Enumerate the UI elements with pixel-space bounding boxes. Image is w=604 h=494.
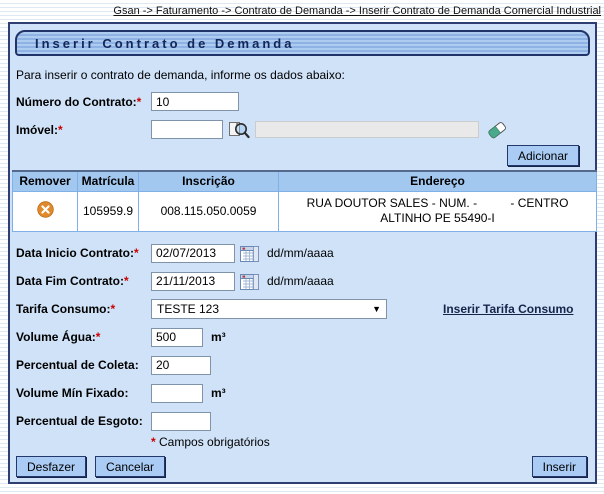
data-inicio-label: Data Inicio Contrato:*: [16, 246, 151, 260]
data-inicio-label-text: Data Inicio Contrato:: [16, 246, 134, 260]
percentual-coleta-input[interactable]: [151, 356, 211, 375]
chevron-down-icon: ▼: [372, 304, 381, 314]
percentual-esgoto-input[interactable]: [151, 412, 211, 431]
required-asterisk: *: [124, 274, 129, 288]
data-fim-input[interactable]: [151, 272, 235, 291]
volume-min-fixado-unit: m³: [211, 386, 226, 400]
adicionar-row: Adicionar: [10, 145, 579, 166]
endereco-line1: RUA DOUTOR SALES - NUM. - - CENTRO: [281, 196, 594, 211]
tarifa-consumo-select[interactable]: TESTE 123 ▼: [151, 299, 387, 319]
volume-agua-unit: m³: [211, 330, 226, 344]
header-matricula: Matrícula: [78, 171, 139, 191]
data-fim-format-hint: dd/mm/aaaa: [267, 274, 334, 288]
data-inicio-input[interactable]: [151, 244, 235, 263]
data-fim-label: Data Fim Contrato:*: [16, 274, 151, 288]
numero-contrato-input[interactable]: [151, 92, 239, 111]
required-asterisk: *: [110, 302, 115, 316]
imovel-label: Imóvel:*: [16, 123, 151, 137]
page-title-bar: Inserir Contrato de Demanda: [15, 30, 590, 56]
percentual-esgoto-row: Percentual de Esgoto:: [16, 411, 595, 432]
data-fim-label-text: Data Fim Contrato:: [16, 274, 124, 288]
remove-row-icon[interactable]: [37, 201, 54, 221]
remover-cell: [13, 191, 78, 231]
required-asterisk: *: [96, 330, 101, 344]
imovel-readonly-display: [255, 121, 479, 138]
imoveis-table: Remover Matrícula Inscrição Endereço 105…: [12, 170, 597, 232]
inscricao-cell: 008.115.050.0059: [139, 191, 279, 231]
volume-min-fixado-input[interactable]: [151, 384, 203, 403]
inserir-tarifa-consumo-link[interactable]: Inserir Tarifa Consumo: [443, 302, 573, 316]
tarifa-consumo-selected-value: TESTE 123: [157, 302, 219, 316]
percentual-esgoto-label-text: Percentual de Esgoto:: [16, 414, 143, 428]
tarifa-consumo-row: Tarifa Consumo:* TESTE 123 ▼ Inserir Tar…: [16, 299, 595, 320]
numero-contrato-label: Número do Contrato:*: [16, 95, 151, 109]
matricula-cell: 105959.9: [78, 191, 139, 231]
eraser-icon[interactable]: [487, 120, 507, 140]
header-endereco: Endereço: [279, 171, 597, 191]
numero-contrato-row: Número do Contrato:*: [16, 91, 595, 112]
inserir-button[interactable]: Inserir: [532, 456, 587, 477]
main-panel: Inserir Contrato de Demanda Para inserir…: [8, 22, 597, 484]
data-inicio-format-hint: dd/mm/aaaa: [267, 246, 334, 260]
bottom-button-bar: Desfazer Cancelar Inserir: [16, 456, 587, 477]
cancelar-button[interactable]: Cancelar: [95, 456, 165, 477]
tarifa-consumo-label-text: Tarifa Consumo:: [16, 302, 110, 316]
required-fields-note-text: Campos obrigatórios: [159, 435, 270, 449]
imovel-row: Imóvel:*: [16, 119, 595, 140]
tarifa-consumo-label: Tarifa Consumo:*: [16, 302, 151, 316]
breadcrumb: Gsan -> Faturamento -> Contrato de Deman…: [0, 0, 604, 22]
volume-agua-input[interactable]: [151, 328, 203, 347]
volume-min-fixado-row: Volume Mín Fixado: m³: [16, 383, 595, 404]
search-icon[interactable]: [228, 120, 250, 140]
required-asterisk: *: [137, 95, 142, 109]
percentual-coleta-label: Percentual de Coleta:: [16, 358, 151, 372]
imovel-input[interactable]: [151, 120, 223, 139]
volume-agua-row: Volume Água:* m³: [16, 327, 595, 348]
percentual-coleta-label-text: Percentual de Coleta:: [16, 358, 139, 372]
header-remover: Remover: [13, 171, 78, 191]
required-asterisk: *: [134, 246, 139, 260]
required-asterisk: *: [151, 435, 156, 449]
data-fim-row: Data Fim Contrato:* dd/mm/aaaa: [16, 271, 595, 292]
adicionar-button[interactable]: Adicionar: [507, 145, 579, 166]
imovel-label-text: Imóvel:: [16, 123, 58, 137]
percentual-coleta-row: Percentual de Coleta:: [16, 355, 595, 376]
endereco-line2: ALTINHO PE 55490-I: [281, 211, 594, 226]
volume-agua-label-text: Volume Água:: [16, 330, 96, 344]
calendar-icon[interactable]: [240, 245, 259, 262]
desfazer-button[interactable]: Desfazer: [16, 456, 86, 477]
data-inicio-row: Data Inicio Contrato:* dd/mm/aaaa: [16, 243, 595, 264]
percentual-esgoto-label: Percentual de Esgoto:: [16, 414, 151, 428]
volume-agua-label: Volume Água:*: [16, 330, 151, 344]
required-asterisk: *: [58, 123, 63, 137]
breadcrumb-link[interactable]: Gsan -> Faturamento -> Contrato de Deman…: [113, 5, 601, 17]
table-header-row: Remover Matrícula Inscrição Endereço: [13, 171, 597, 191]
volume-min-fixado-label: Volume Mín Fixado:: [16, 386, 151, 400]
required-fields-note: * Campos obrigatórios: [151, 435, 595, 449]
volume-min-fixado-label-text: Volume Mín Fixado:: [16, 386, 128, 400]
page-title: Inserir Contrato de Demanda: [17, 36, 294, 51]
table-row: 105959.9 008.115.050.0059 RUA DOUTOR SAL…: [13, 191, 597, 231]
intro-text: Para inserir o contrato de demanda, info…: [16, 68, 595, 82]
calendar-icon[interactable]: [240, 273, 259, 290]
endereco-cell: RUA DOUTOR SALES - NUM. - - CENTRO ALTIN…: [279, 191, 597, 231]
header-inscricao: Inscrição: [139, 171, 279, 191]
numero-contrato-label-text: Número do Contrato:: [16, 95, 137, 109]
